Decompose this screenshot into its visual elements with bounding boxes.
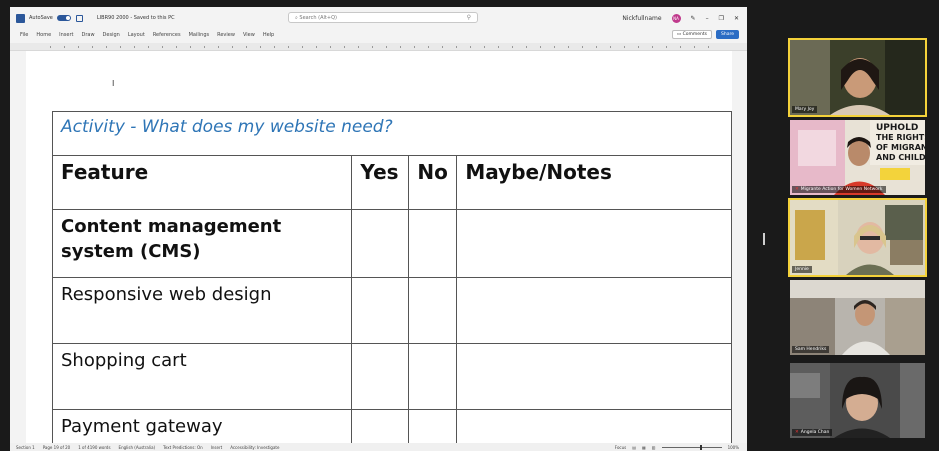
ruler-ticks [50, 46, 717, 48]
yes-cell[interactable] [351, 277, 410, 344]
table-title-row: Activity - What does my website need? [52, 111, 732, 156]
autosave-label: AutoSave [29, 15, 53, 21]
comments-button[interactable]: ▭ Comments [671, 30, 712, 39]
horizontal-ruler[interactable] [10, 43, 747, 51]
comments-label: Comments [682, 32, 707, 37]
text-cursor-mark: I [112, 79, 115, 88]
participant-name: ✕ Migrante Action for Women Network [792, 186, 886, 193]
minimize-icon[interactable]: – [706, 15, 709, 22]
video-feed [790, 40, 925, 115]
video-feed [790, 280, 925, 355]
print-layout-icon[interactable]: ▦ [642, 445, 646, 450]
status-predictions[interactable]: Text Predictions: On [163, 445, 203, 450]
no-cell[interactable] [408, 343, 458, 410]
tab-design[interactable]: Design [103, 32, 120, 38]
activity-table: Activity - What does my website need? Fe… [51, 111, 732, 450]
save-icon[interactable] [75, 14, 83, 22]
zoom-slider[interactable] [661, 445, 722, 450]
participant-name: Jennie [792, 266, 812, 273]
header-no[interactable]: No [408, 155, 458, 210]
status-page[interactable]: Page 19 of 20 [43, 445, 71, 450]
status-words[interactable]: 1 of 4190 words [78, 445, 110, 450]
ribbon-actions: ▭ Comments Share [671, 30, 739, 39]
zoom-level[interactable]: 100% [728, 445, 739, 450]
participant-tile[interactable]: UPHOLD THE RIGHTS OF MIGRANTS AND CHILDR… [790, 120, 925, 195]
microphone-icon[interactable]: ⚲ [467, 14, 471, 21]
participant-tile[interactable]: Jennie [788, 198, 927, 277]
svg-text:UPHOLD: UPHOLD [876, 123, 918, 133]
word-app-icon [16, 13, 25, 23]
table-row: Responsive web design [51, 277, 732, 344]
header-maybe-notes[interactable]: Maybe/Notes [456, 155, 732, 210]
participant-tile[interactable]: Sam Hendriks [790, 280, 925, 355]
tab-mailings[interactable]: Mailings [189, 32, 210, 38]
search-placeholder: Search (Alt+Q) [299, 14, 337, 21]
web-layout-icon[interactable]: ▥ [652, 445, 656, 450]
title-bar-controls: Nickfullname NA ✎ – ❐ ✕ [622, 7, 739, 29]
status-section: Section 1 [16, 444, 35, 450]
muted-mic-icon: ✕ [795, 430, 799, 435]
tab-draw[interactable]: Draw [81, 32, 94, 38]
participant-name: ✕ Angela Chan [792, 429, 833, 436]
svg-text:OF MIGRANTS: OF MIGRANTS [876, 143, 925, 152]
tab-help[interactable]: Help [263, 32, 274, 38]
user-avatar[interactable]: NA [671, 13, 681, 23]
tab-insert[interactable]: Insert [59, 32, 73, 38]
feature-cell[interactable]: Content management system (CMS) [51, 209, 353, 278]
participant-name: Sam Hendriks [792, 346, 830, 353]
participant-tile[interactable]: Mary Joy [788, 38, 927, 117]
tab-layout[interactable]: Layout [128, 32, 145, 38]
document-page[interactable]: I Activity - What does my website need? … [26, 51, 732, 450]
video-feed [790, 200, 925, 275]
notes-cell[interactable] [456, 209, 732, 278]
focus-button[interactable]: Focus [615, 445, 626, 450]
document-title[interactable]: LIBR90 2000 - Saved to this PC [97, 15, 175, 21]
tab-review[interactable]: Review [217, 32, 235, 38]
close-icon[interactable]: ✕ [734, 15, 739, 22]
notes-cell[interactable] [456, 343, 732, 410]
status-language[interactable]: English (Australia) [119, 445, 156, 450]
feature-cell[interactable]: Responsive web design [51, 277, 353, 344]
tab-references[interactable]: References [153, 32, 181, 38]
activity-title[interactable]: Activity - What does my website need? [52, 111, 732, 156]
user-name: Nickfullname [622, 14, 662, 22]
header-feature[interactable]: Feature [51, 155, 353, 210]
panel-resize-handle[interactable] [763, 233, 765, 245]
video-feed [790, 363, 925, 438]
shared-screen: AutoSave LIBR90 2000 - Saved to this PC … [10, 7, 747, 451]
table-header-row: Feature Yes No Maybe/Notes [51, 155, 732, 210]
autosave-toggle[interactable] [56, 15, 71, 21]
restore-icon[interactable]: ❐ [719, 15, 724, 22]
yes-cell[interactable] [351, 209, 410, 278]
notes-cell[interactable] [456, 277, 732, 344]
feature-cell[interactable]: Shopping cart [51, 343, 353, 410]
header-yes[interactable]: Yes [351, 155, 410, 210]
participant-tile[interactable]: ✕ Angela Chan [790, 363, 925, 438]
svg-text:THE RIGHTS: THE RIGHTS [876, 133, 925, 142]
search-input[interactable]: ⌕ Search (Alt+Q) ⚲ [288, 12, 478, 23]
yes-cell[interactable] [351, 343, 410, 410]
table-row: Shopping cart [51, 343, 732, 410]
tab-view[interactable]: View [243, 32, 255, 38]
pen-icon[interactable]: ✎ [691, 15, 696, 22]
status-insert[interactable]: Insert [211, 445, 222, 450]
video-feed: UPHOLD THE RIGHTS OF MIGRANTS AND CHILDR… [790, 120, 925, 195]
ribbon-tabs: File Home Insert Draw Design Layout Refe… [10, 29, 747, 41]
no-cell[interactable] [408, 209, 458, 278]
tab-home[interactable]: Home [36, 32, 51, 38]
status-bar-right: Focus ▤ ▦ ▥ 100% [615, 445, 739, 450]
status-accessibility[interactable]: Accessibility: Investigate [230, 445, 279, 450]
read-mode-icon[interactable]: ▤ [632, 445, 636, 450]
muted-mic-icon: ✕ [795, 187, 799, 192]
tab-file[interactable]: File [20, 32, 28, 38]
no-cell[interactable] [408, 277, 458, 344]
share-label: Share [721, 32, 734, 37]
share-button[interactable]: Share [716, 30, 739, 39]
svg-text:AND CHILDREN: AND CHILDREN [876, 153, 925, 162]
table-row: Content management system (CMS) [51, 209, 732, 278]
participant-name: Mary Joy [792, 106, 818, 113]
